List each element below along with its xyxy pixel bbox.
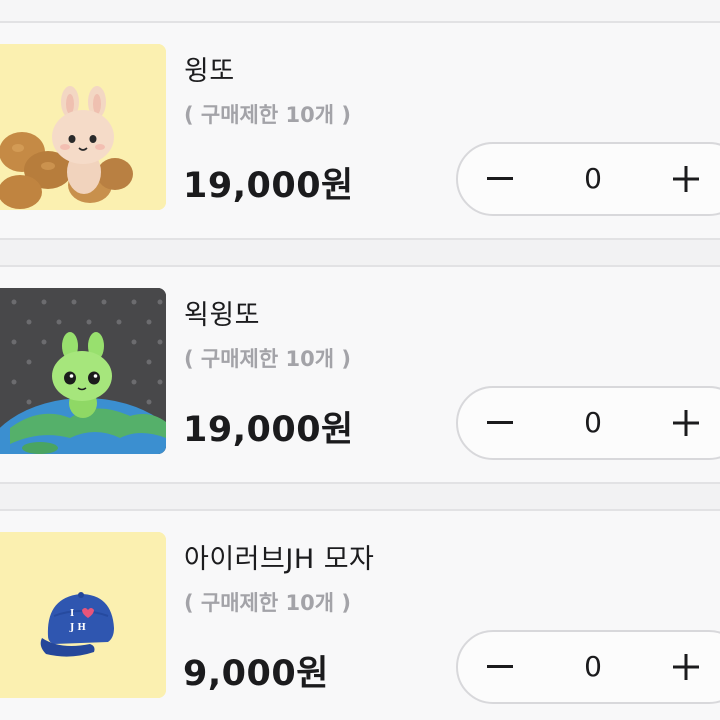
svg-text:I: I: [70, 609, 74, 619]
product-image: [0, 288, 166, 454]
quantity-value[interactable]: 0: [553, 388, 633, 458]
product-image: [0, 44, 166, 210]
plus-icon: [673, 410, 699, 436]
increase-button[interactable]: [646, 632, 720, 702]
product-list: 윙또 ( 구매제한 10개 ) 19,000원 0 왹윙또 (구매제한 10개…: [0, 0, 720, 720]
decrease-button[interactable]: [460, 632, 540, 702]
quantity-value[interactable]: 0: [553, 632, 633, 702]
purchase-limit: ( 구매제한 10개 ): [184, 591, 351, 615]
increase-button[interactable]: [646, 388, 720, 458]
increase-button[interactable]: [646, 144, 720, 214]
quantity-value[interactable]: 0: [553, 144, 633, 214]
product-price: 19,000원: [183, 410, 354, 450]
minus-icon: [487, 177, 513, 180]
product-card: 왹윙또 ( 구매제한 10개 ) 19,000원 0: [0, 265, 720, 484]
product-card: I J H 아이러브JH 모자 ( 구매제한 10개 ) 9,000원 0: [0, 509, 720, 720]
product-name: 윙또: [184, 56, 235, 87]
quantity-stepper: 0: [456, 630, 720, 704]
product-price: 19,000원: [183, 166, 354, 206]
purchase-limit: ( 구매제한 10개 ): [184, 347, 351, 371]
decrease-button[interactable]: [460, 388, 540, 458]
plus-icon: [673, 654, 699, 680]
minus-icon: [487, 421, 513, 424]
product-name: 왹윙또: [184, 300, 261, 331]
minus-icon: [487, 665, 513, 668]
purchase-limit: ( 구매제한 10개 ): [184, 103, 351, 127]
quantity-stepper: 0: [456, 142, 720, 216]
plus-icon: [673, 166, 699, 192]
svg-text:J H: J H: [69, 623, 86, 633]
product-image: I J H: [0, 532, 166, 698]
product-price: 9,000원: [183, 654, 329, 694]
product-name: 아이러브JH 모자: [184, 544, 375, 575]
decrease-button[interactable]: [460, 144, 540, 214]
quantity-stepper: 0: [456, 386, 720, 460]
product-card: 윙또 ( 구매제한 10개 ) 19,000원 0: [0, 21, 720, 240]
top-divider: [0, 0, 720, 21]
